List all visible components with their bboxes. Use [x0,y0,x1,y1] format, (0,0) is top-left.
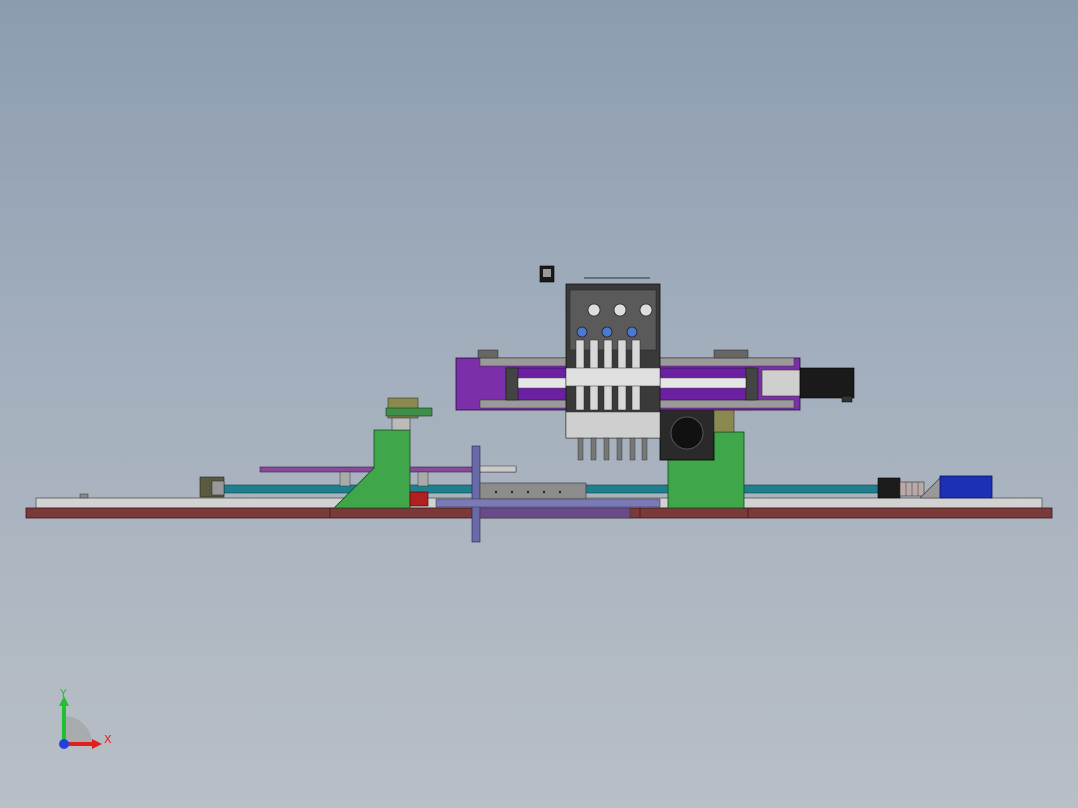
axis-y-label: Y [60,687,67,700]
blue-control-box[interactable] [939,475,993,499]
vertical-post[interactable] [471,445,481,543]
cad-viewport[interactable]: Y X [0,0,1078,808]
coordinate-triad-icon [59,696,102,749]
axis-x-label: X [104,733,112,746]
right-green-support[interactable] [659,397,751,509]
top-sensor[interactable] [539,265,555,283]
nozzle-head-assembly[interactable] [565,277,661,461]
right-drive-motor[interactable] [877,477,945,499]
assembly-model[interactable] [0,0,1078,808]
